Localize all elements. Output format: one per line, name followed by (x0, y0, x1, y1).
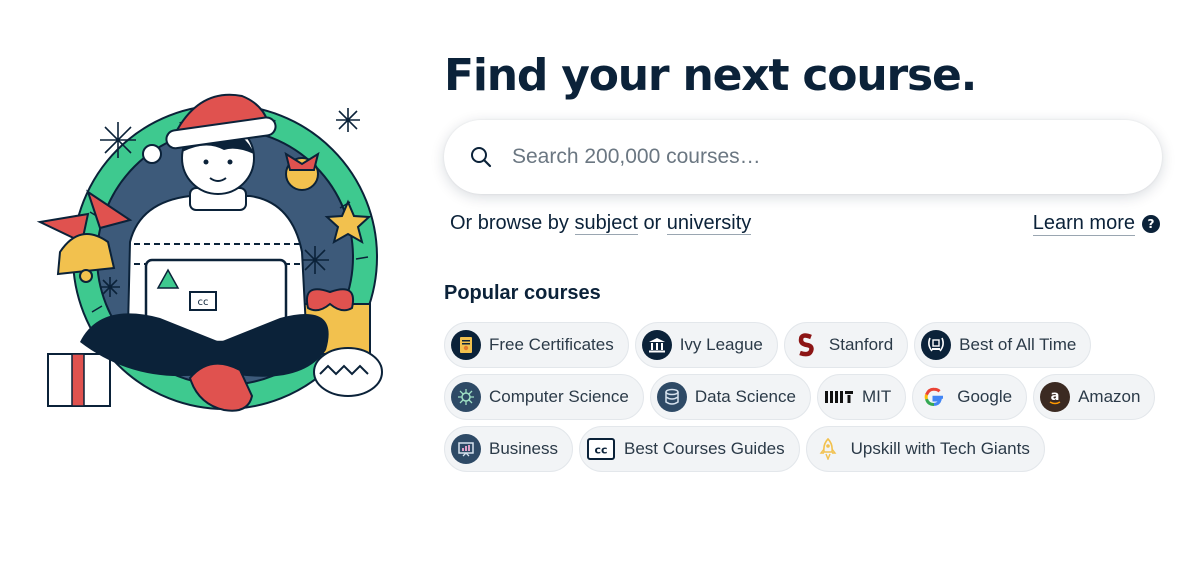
chip-label: Computer Science (489, 387, 629, 406)
page-title: Find your next course. (444, 50, 977, 101)
svg-text:a: a (1051, 389, 1060, 404)
browse-university-link[interactable]: university (666, 212, 752, 235)
chip-label: Best of All Time (959, 335, 1077, 354)
chip-label: Stanford (828, 335, 894, 354)
chip-label: MIT (861, 387, 892, 406)
main-content: Find your next course. Or browse by subj… (444, 48, 1166, 472)
chip-free-certificates[interactable]: Free Certificates (444, 322, 629, 368)
chip-row: Computer Science Data Science MIT Google… (444, 374, 1174, 420)
browse-row: Or browse by subject or university Learn… (450, 212, 1162, 240)
chip-label: Business (489, 439, 558, 458)
chip-label: Google (957, 387, 1013, 406)
learn-more-label[interactable]: Learn more (1032, 212, 1135, 236)
award-laurel-icon (921, 330, 952, 360)
chip-business[interactable]: Business (444, 426, 573, 472)
chip-data-science[interactable]: Data Science (649, 374, 811, 420)
chip-label: Ivy League (679, 335, 763, 354)
svg-text:cc: cc (594, 444, 607, 457)
rocket-icon (813, 434, 843, 464)
chip-upskill-with-tech-giants[interactable]: Upskill with Tech Giants (805, 426, 1045, 472)
search-bar[interactable] (444, 120, 1162, 194)
university-building-icon (641, 330, 672, 360)
holiday-illustration: cc (30, 92, 400, 432)
certificate-icon (451, 330, 481, 360)
popular-courses-list: Free Certificates Ivy League Stanford Be… (444, 322, 1174, 478)
chip-ivy-league[interactable]: Ivy League (634, 322, 778, 368)
chip-stanford[interactable]: Stanford (783, 322, 909, 368)
database-icon (656, 382, 687, 412)
chip-label: Data Science (694, 387, 796, 406)
browse-connector: or (643, 212, 662, 234)
popular-courses-heading: Popular courses (444, 282, 601, 304)
browse-subject-link[interactable]: subject (574, 212, 638, 235)
circuit-icon (451, 382, 481, 412)
google-logo-icon (919, 382, 949, 412)
chip-row: Business cc Best Courses Guides Upskill … (444, 426, 1174, 472)
mit-logo-icon (824, 382, 854, 412)
chip-best-courses-guides[interactable]: cc Best Courses Guides (578, 426, 800, 472)
chip-computer-science[interactable]: Computer Science (444, 374, 644, 420)
chip-label: Amazon (1078, 387, 1141, 406)
cc-logo-icon: cc (586, 434, 616, 464)
chip-amazon[interactable]: a Amazon (1033, 374, 1156, 420)
svg-text:cc: cc (198, 297, 209, 308)
browse-prefix: Or browse by (450, 212, 569, 234)
chip-label: Upskill with Tech Giants (850, 439, 1030, 458)
chip-best-of-all-time[interactable]: Best of All Time (914, 322, 1092, 368)
stanford-logo-icon (791, 330, 821, 360)
learn-more-link[interactable]: Learn more ? (1032, 212, 1160, 236)
chip-google[interactable]: Google (912, 374, 1028, 420)
chip-label: Best Courses Guides (623, 439, 785, 458)
search-icon (470, 146, 492, 168)
amazon-logo-icon: a (1040, 382, 1071, 412)
search-input[interactable] (512, 137, 1112, 177)
chip-label: Free Certificates (489, 335, 614, 354)
chip-row: Free Certificates Ivy League Stanford Be… (444, 322, 1174, 368)
help-icon[interactable]: ? (1142, 215, 1160, 233)
presentation-chart-icon (451, 434, 481, 464)
chip-mit[interactable]: MIT (816, 374, 907, 420)
